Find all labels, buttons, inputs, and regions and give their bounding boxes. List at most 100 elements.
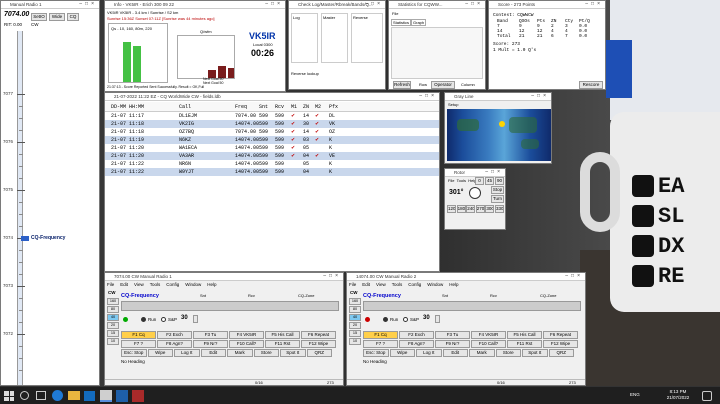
refresh-button[interactable]: Refresh <box>393 81 411 89</box>
function-key-button[interactable]: F5 His Call <box>507 331 542 339</box>
function-key-button[interactable]: F2 Exch <box>157 331 192 339</box>
menu-tools[interactable]: Tools <box>392 282 403 287</box>
function-key-button[interactable]: F10 Call? <box>471 340 506 348</box>
band-button[interactable]: 80 <box>349 306 361 313</box>
rotor-preset-button[interactable]: 300 <box>485 205 495 213</box>
menu-help[interactable]: Help <box>207 282 216 287</box>
function-key-button[interactable]: F9 Nr? <box>193 340 228 348</box>
menu-window[interactable]: Window <box>185 282 201 287</box>
log-row[interactable]: 21-07 11:20 VA3AR 14074.00 599 599 ✔ 04 ✔ VE <box>105 152 439 160</box>
rotor-preset-button[interactable]: 240 <box>466 205 476 213</box>
sp-radio[interactable] <box>403 317 408 322</box>
rotor-menu-tools[interactable]: Tools <box>457 178 466 183</box>
function-key-button[interactable]: F3 Tu <box>193 331 228 339</box>
log-row[interactable]: 21-07 11:22 NR6N 14074.00 599 599 05 K <box>105 160 439 168</box>
entry-fields[interactable] <box>121 301 339 311</box>
band-button[interactable]: 15 <box>107 330 119 337</box>
stats-menu-file[interactable]: File <box>392 11 398 16</box>
rotor-dial[interactable] <box>469 187 481 199</box>
speed-spinner[interactable] <box>193 315 198 323</box>
notification-icon[interactable] <box>702 391 712 401</box>
window-controls[interactable]: –□× <box>565 273 583 280</box>
function-key-button[interactable]: F9 Nr? <box>435 340 470 348</box>
log-header-cell[interactable]: Pfx <box>329 104 338 110</box>
log-row[interactable]: 21-07 11:20 WA1ECA 14074.00 599 599 ✔ 05 K <box>105 144 439 152</box>
function-key-button[interactable]: F5 His Call <box>265 331 300 339</box>
setio-button[interactable]: SetIO <box>31 13 47 21</box>
n1mm-icon[interactable] <box>100 390 112 402</box>
band-button[interactable]: 15 <box>349 330 361 337</box>
function-key-button[interactable]: Wipe <box>389 349 415 357</box>
function-key-button[interactable]: Store <box>495 349 521 357</box>
function-key-button[interactable]: Wipe <box>147 349 173 357</box>
entry-fields[interactable] <box>363 301 581 311</box>
sp-radio[interactable] <box>161 317 166 322</box>
band-button[interactable]: 20 <box>107 322 119 329</box>
menu-view[interactable]: View <box>376 282 386 287</box>
cq-frequency-field[interactable]: CQ-Frequency <box>363 293 435 301</box>
rotor-turn-button[interactable]: Turn <box>491 195 504 203</box>
function-key-button[interactable]: F11 Rst <box>507 340 542 348</box>
menu-view[interactable]: View <box>134 282 144 287</box>
band-button[interactable]: 160 <box>349 298 361 305</box>
menu-edit[interactable]: Edit <box>362 282 370 287</box>
cq-button[interactable]: CQ <box>67 13 79 21</box>
rotor-preset-button[interactable]: 270 <box>475 205 485 213</box>
tray-clock[interactable]: 8:13 PM 21/07/2022 <box>660 389 696 401</box>
app-icon[interactable] <box>116 390 128 402</box>
rotor-preset-button[interactable]: 180 <box>456 205 466 213</box>
search-icon[interactable] <box>20 391 29 400</box>
function-key-button[interactable]: Log It <box>174 349 200 357</box>
menu-tools[interactable]: Tools <box>150 282 161 287</box>
log-row[interactable]: 21-07 11:18 VK2IG 14074.00 599 599 ✔ 30 ✔ VK <box>105 120 439 128</box>
function-key-button[interactable]: F3 Tu <box>435 331 470 339</box>
run-radio[interactable] <box>383 317 388 322</box>
band-button[interactable]: 10 <box>349 338 361 345</box>
app-icon[interactable] <box>132 390 144 402</box>
function-key-button[interactable]: F12 Wipe <box>301 340 336 348</box>
function-key-button[interactable]: F11 Rst <box>265 340 300 348</box>
function-key-button[interactable]: F1 Cq <box>363 331 398 339</box>
function-key-button[interactable]: F2 Exch <box>399 331 434 339</box>
function-key-button[interactable]: F6 Repeat <box>301 331 336 339</box>
function-key-button[interactable]: Esc: Stop <box>363 349 389 357</box>
band-button[interactable]: 10 <box>107 338 119 345</box>
log-row[interactable]: 21-07 11:18 OZ7BQ 7074.00 599 599 ✔ 14 ✔ OZ <box>105 128 439 136</box>
function-key-button[interactable]: F6 Repeat <box>543 331 578 339</box>
outlook-icon[interactable] <box>84 391 95 401</box>
menu-config[interactable]: Config <box>166 282 179 287</box>
menu-help[interactable]: Help <box>449 282 458 287</box>
band-button[interactable]: 40 <box>107 314 119 321</box>
band-button[interactable]: 40 <box>349 314 361 321</box>
function-key-button[interactable]: Spot It <box>280 349 306 357</box>
function-key-button[interactable]: F8 Agn? <box>157 340 192 348</box>
function-key-button[interactable]: Log It <box>416 349 442 357</box>
rotor-preset-button[interactable]: 120 <box>447 205 456 213</box>
taskview-icon[interactable] <box>36 391 46 400</box>
function-key-button[interactable]: F8 Agn? <box>399 340 434 348</box>
log-row[interactable]: 21-07 11:17 DL1EJM 7074.00 599 599 ✔ 14 ✔ DL <box>105 112 439 120</box>
cq-frequency-field[interactable]: CQ-Frequency <box>121 293 193 301</box>
explorer-icon[interactable] <box>68 391 80 400</box>
log-header-cell[interactable]: M1 <box>291 104 297 110</box>
wide-button[interactable]: Wide <box>49 13 65 21</box>
function-key-button[interactable]: Spot It <box>522 349 548 357</box>
rotor-preset-button[interactable]: 45 <box>485 177 494 185</box>
function-key-button[interactable]: F7 ? <box>363 340 398 348</box>
function-key-button[interactable]: Edit <box>200 349 226 357</box>
window-controls[interactable]: –□× <box>323 273 341 280</box>
log-header-cell[interactable]: DD-MM HH:MM <box>111 104 144 110</box>
speed-spinner[interactable] <box>435 315 440 323</box>
function-key-button[interactable]: QRZ <box>548 349 574 357</box>
function-key-button[interactable]: Mark <box>469 349 495 357</box>
edge-icon[interactable] <box>52 390 63 401</box>
function-key-button[interactable]: F4 VK5IR <box>229 331 264 339</box>
rotor-preset-button[interactable]: 90 <box>495 177 504 185</box>
log-header-cell[interactable]: Freq <box>235 104 247 110</box>
function-key-button[interactable]: F1 Cq <box>121 331 156 339</box>
function-key-button[interactable]: Esc: Stop <box>121 349 147 357</box>
log-header-cell[interactable]: ZN <box>303 104 309 110</box>
band-button[interactable]: 160 <box>107 298 119 305</box>
rotor-preset-button[interactable]: 0 <box>475 177 484 185</box>
operator-select[interactable]: Operator <box>431 81 455 89</box>
